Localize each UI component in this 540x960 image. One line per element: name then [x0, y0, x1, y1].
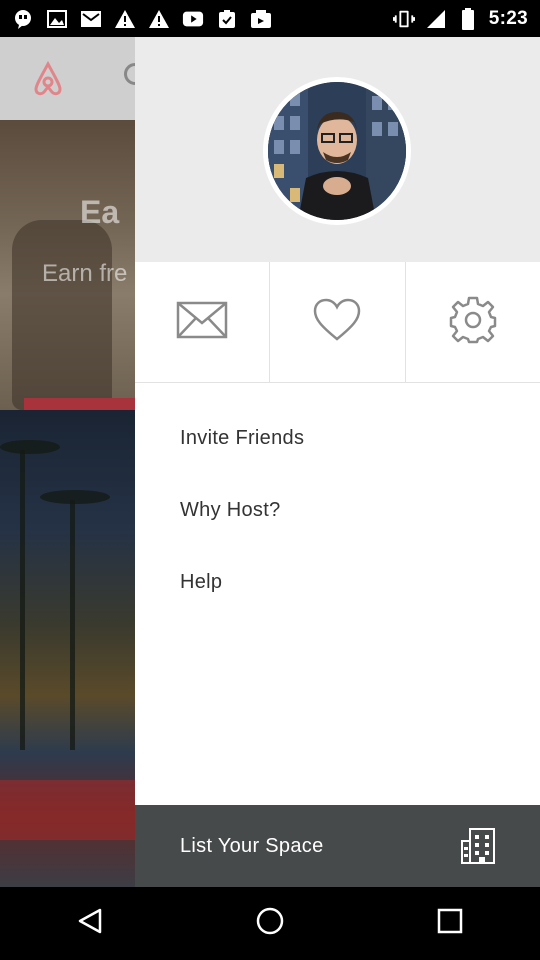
list-your-space-label: List Your Space	[180, 834, 324, 857]
warning-icon	[148, 8, 170, 30]
list-your-space-button[interactable]: List Your Space	[135, 805, 540, 887]
background-app[interactable]: Ea Earn fre	[0, 37, 135, 887]
vibrate-icon	[392, 8, 415, 30]
hero-subtitle: Earn fre	[42, 260, 128, 287]
recents-button[interactable]	[420, 894, 480, 954]
battery-icon	[457, 7, 479, 30]
mail-icon	[80, 8, 102, 30]
warning-icon	[114, 8, 136, 30]
messages-button[interactable]	[135, 262, 271, 382]
clock: 5:23	[488, 7, 528, 29]
background-city-photo	[0, 410, 135, 887]
status-bar: 5:23	[0, 0, 540, 37]
hero-photo	[12, 220, 112, 410]
notification-icons	[12, 8, 272, 30]
checklist-icon	[216, 8, 238, 30]
settings-button[interactable]	[406, 262, 540, 382]
youtube-icon	[182, 8, 204, 30]
envelope-icon	[176, 301, 228, 344]
gear-icon	[449, 296, 497, 349]
background-header	[0, 37, 135, 120]
building-icon	[460, 827, 496, 871]
hero-title: Ea	[80, 194, 120, 230]
home-icon	[255, 906, 285, 941]
airbnb-logo-icon	[28, 59, 68, 104]
home-button[interactable]	[240, 894, 300, 954]
wishlist-button[interactable]	[270, 262, 406, 382]
search-icon	[124, 63, 135, 85]
background-hero: Ea Earn fre	[0, 120, 135, 468]
system-navigation-bar	[0, 887, 540, 960]
menu-item-help[interactable]: Help	[135, 546, 540, 618]
quick-actions	[135, 262, 540, 383]
drawer-menu: Invite Friends Why Host? Help	[135, 383, 540, 618]
chat-bubble-icon	[12, 8, 34, 30]
back-button[interactable]	[60, 894, 120, 954]
profile-header	[135, 37, 540, 262]
image-icon	[46, 8, 68, 30]
heart-icon	[313, 298, 361, 347]
navigation-drawer: Invite Friends Why Host? Help List Your …	[135, 37, 540, 887]
avatar[interactable]	[263, 77, 411, 225]
photo-icon	[250, 8, 272, 30]
menu-item-why-host[interactable]: Why Host?	[135, 474, 540, 546]
recents-icon	[437, 908, 463, 939]
signal-icon	[425, 8, 447, 30]
menu-item-invite-friends[interactable]: Invite Friends	[135, 402, 540, 474]
back-icon	[76, 907, 104, 940]
